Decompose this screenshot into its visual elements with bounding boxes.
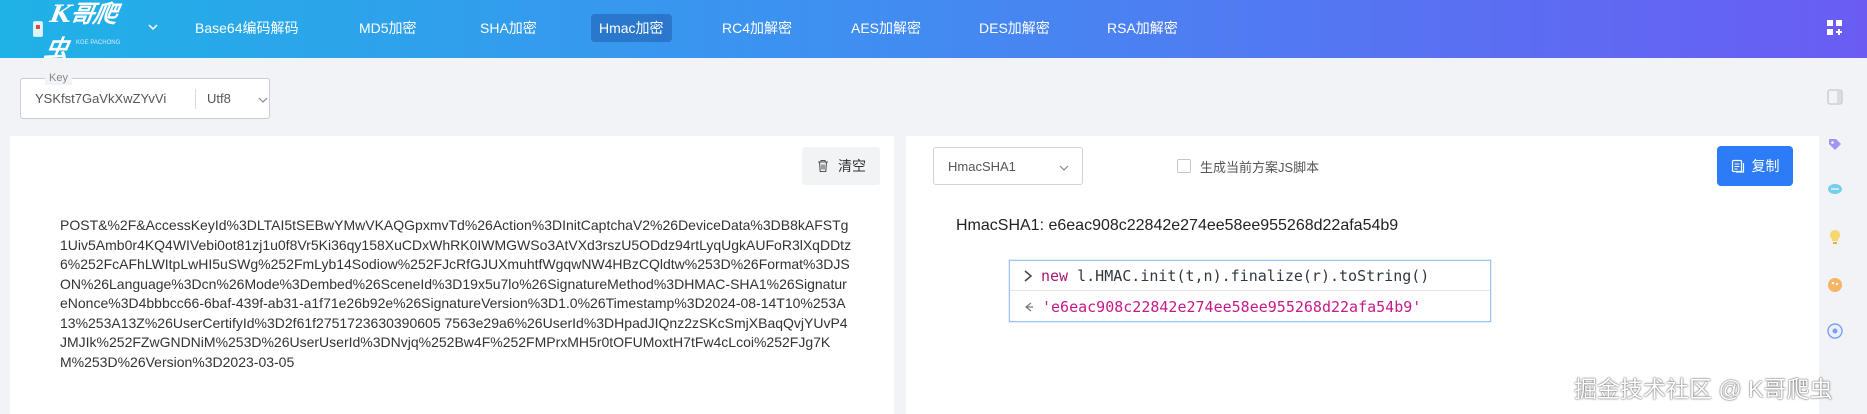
nav-item-sha[interactable]: SHA加密 [472,14,545,42]
console-input-row: new l.HMAC.init(t,n).finalize(r).toStrin… [1010,261,1490,291]
nav-item-rsa[interactable]: RSA加解密 [1099,14,1186,42]
console-snippet: new l.HMAC.init(t,n).finalize(r).toStrin… [1009,260,1491,322]
logo[interactable]: K哥爬虫 KGE PACHONG [32,0,136,63]
lightbulb-icon[interactable] [1826,228,1844,246]
console-return-icon [1025,302,1033,312]
clear-label: 清空 [838,158,866,174]
translate-icon[interactable] [1826,180,1844,198]
tag-icon[interactable] [1826,136,1844,154]
key-input[interactable]: YSKfst7GaVkXwZYvVi [35,91,189,106]
console-keyword: new [1041,267,1069,285]
logo-text: K哥爬虫 [41,0,120,63]
copy-label: 复制 [1751,158,1780,174]
algorithm-value: HmacSHA1 [948,159,1016,174]
clear-button[interactable]: 清空 [802,147,880,185]
palette-icon[interactable] [1826,276,1844,294]
logo-badge-icon [32,21,43,37]
watermark: 掘金技术社区 @ K哥爬虫 [1574,376,1833,402]
apps-grid-icon[interactable] [1825,18,1845,38]
chevron-down-icon[interactable] [146,20,160,34]
generate-js-label: 生成当前方案JS脚本 [1200,160,1320,175]
algorithm-select[interactable]: HmacSHA1 [933,147,1083,185]
nav-item-hmac[interactable]: Hmac加密 [591,14,672,42]
copy-icon [1731,159,1744,173]
input-textarea[interactable]: POST&%2F&AccessKeyId%3DLTAI5tSEBwYMwVKAQ… [60,216,852,372]
trash-icon [818,159,828,173]
chevron-down-icon [1059,165,1069,171]
console-prompt-icon [1024,270,1033,282]
key-field[interactable]: Key YSKfst7GaVkXwZYvVi Utf8 [20,71,270,119]
key-separator [195,89,196,109]
nav-item-rc4[interactable]: RC4加解密 [714,14,800,42]
copy-button[interactable]: 复制 [1717,146,1793,186]
logo-subtitle: KGE PACHONG [76,40,121,46]
console-code: new l.HMAC.init(t,n).finalize(r).toStrin… [1041,261,1429,291]
chevron-down-icon[interactable] [257,94,269,106]
console-expression: l.HMAC.init(t,n).finalize(r).toString() [1068,267,1430,285]
top-nav: K哥爬虫 KGE PACHONG Base64编码解码 MD5加密 SHA加密 … [0,0,1867,63]
key-encoding-select[interactable]: Utf8 [207,91,231,106]
console-output-row: 'e6eac908c22842e274ee58ee955268d22afa54b… [1010,292,1490,322]
nav-item-aes[interactable]: AES加解密 [843,14,929,42]
nav-item-des[interactable]: DES加解密 [971,14,1058,42]
console-output: 'e6eac908c22842e274ee58ee955268d22afa54b… [1042,298,1422,316]
generate-js-checkbox[interactable] [1177,159,1191,173]
nav-item-md5[interactable]: MD5加密 [351,14,425,42]
key-label: Key [45,71,72,85]
sidebar-toggle-icon[interactable] [1826,88,1844,106]
hmac-result: HmacSHA1: e6eac908c22842e274ee58ee955268… [956,217,1399,234]
help-circle-icon[interactable] [1826,322,1844,340]
nav-item-base64[interactable]: Base64编码解码 [187,14,306,42]
